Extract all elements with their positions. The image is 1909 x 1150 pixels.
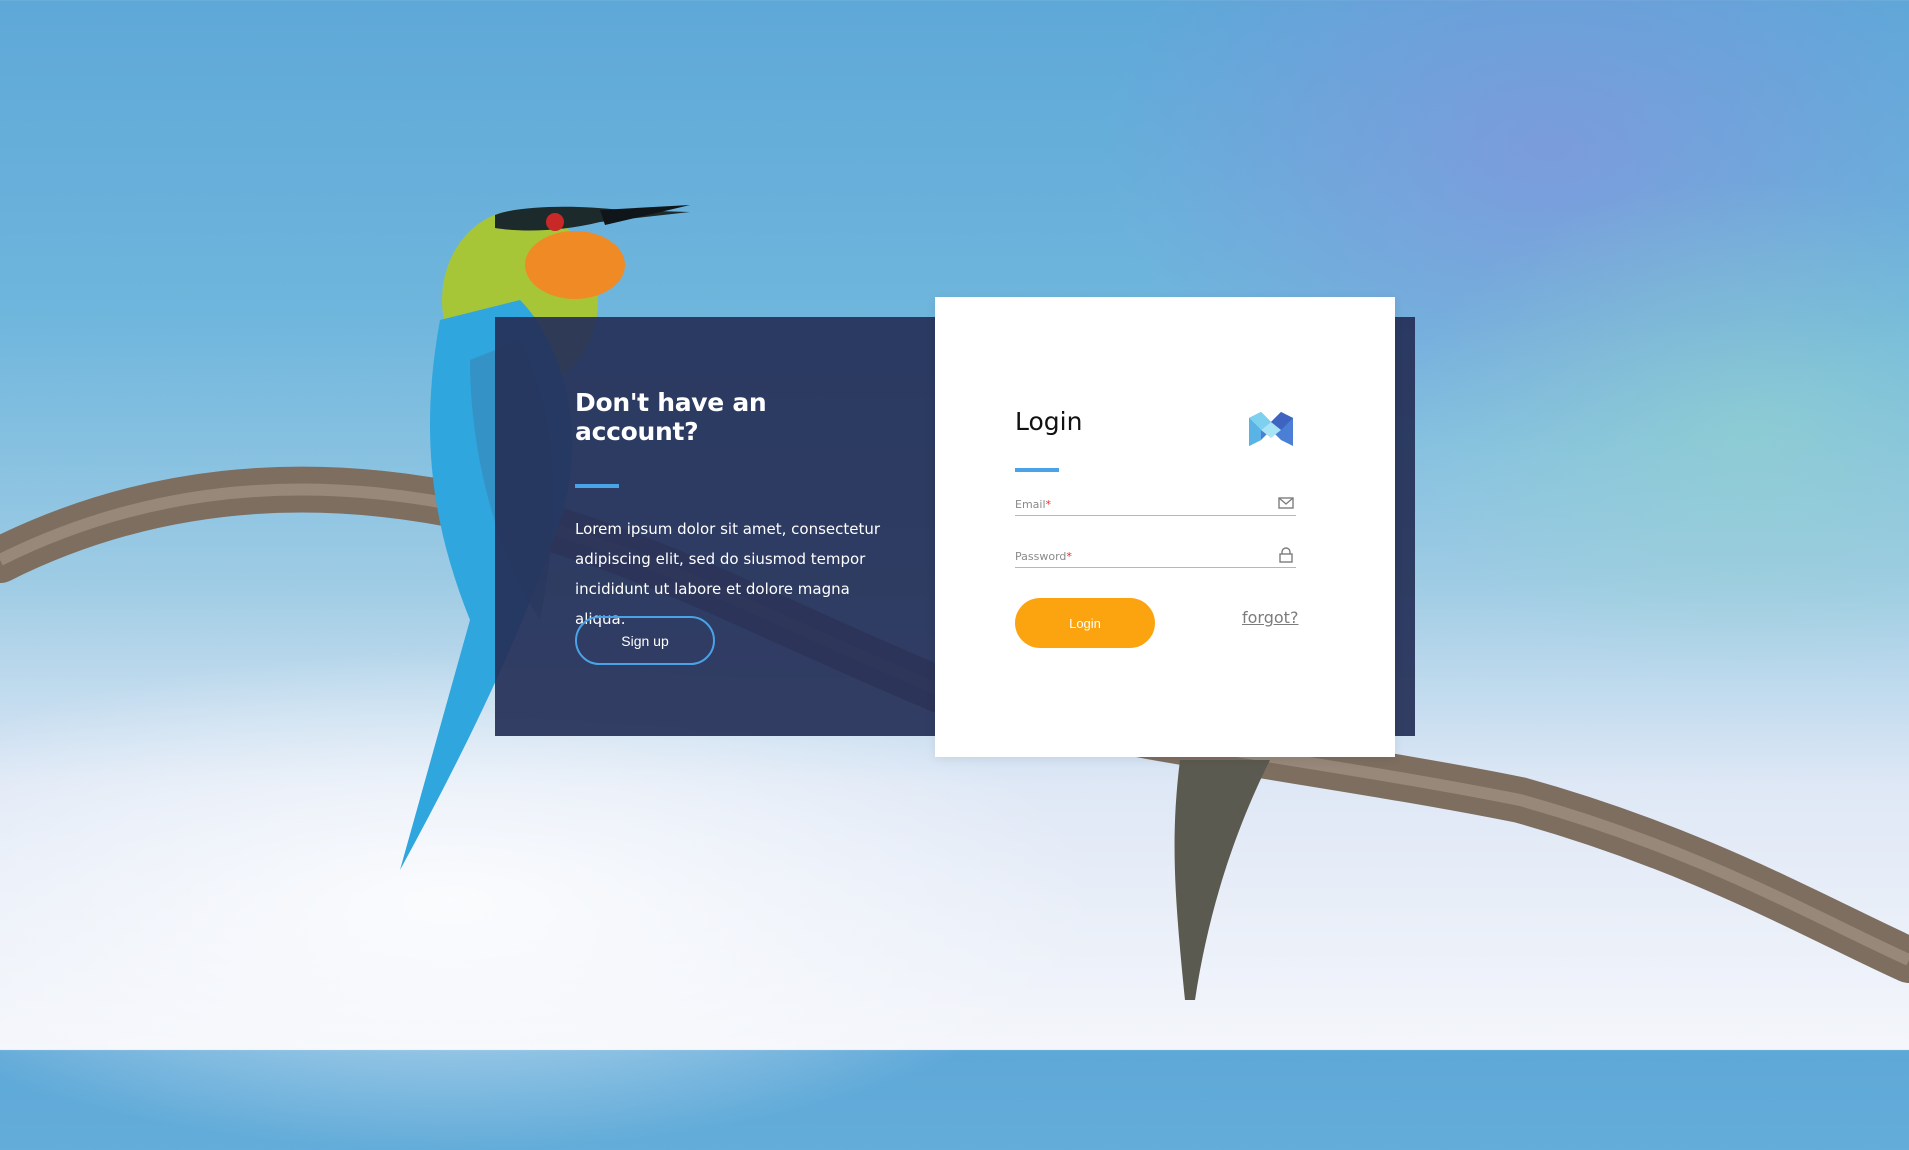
signup-title: Don't have an account?	[575, 388, 767, 446]
login-title: Login	[1015, 407, 1083, 436]
login-title-underline	[1015, 468, 1059, 472]
envelope-icon	[1278, 497, 1294, 509]
lock-icon	[1279, 547, 1293, 563]
password-field[interactable]: Password*	[1015, 547, 1296, 568]
brand-logo-icon	[1249, 412, 1293, 446]
login-button[interactable]: Login	[1015, 598, 1155, 648]
signup-content: Don't have an account? Lorem ipsum dolor…	[575, 388, 895, 634]
email-input[interactable]	[1015, 495, 1265, 515]
forgot-password-link[interactable]: forgot?	[1242, 608, 1298, 627]
email-field[interactable]: Email*	[1015, 495, 1296, 516]
password-input[interactable]	[1015, 547, 1265, 567]
signup-title-underline	[575, 484, 619, 488]
sign-up-button[interactable]: Sign up	[575, 616, 715, 665]
login-card: Login Email* Password* Login forgot?	[935, 297, 1395, 757]
